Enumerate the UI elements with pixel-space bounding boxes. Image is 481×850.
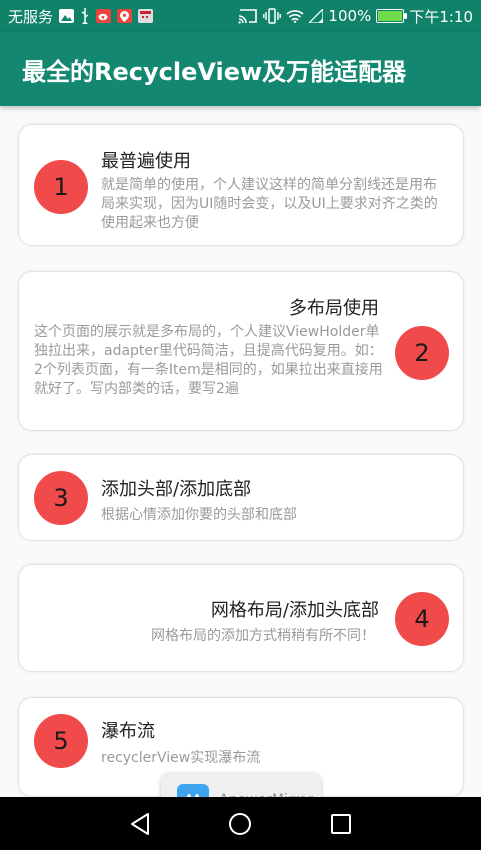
- list-item-1[interactable]: 1 最普遍使用 就是简单的使用，个人建议这样的简单分割线还是用布局来实现，因为U…: [18, 124, 464, 246]
- item-title: 最普遍使用: [101, 151, 191, 172]
- status-bar: 无服务 100% 下午1:10: [0, 0, 481, 32]
- battery-percent: 100%: [328, 7, 372, 25]
- navigation-bar: [0, 797, 481, 850]
- status-left: 无服务: [8, 6, 154, 27]
- calendar-icon: [138, 9, 154, 23]
- item-description: recyclerView实现瀑布流: [101, 750, 261, 766]
- item-title: 添加头部/添加底部: [101, 479, 252, 500]
- carrier-text: 无服务: [8, 7, 54, 26]
- item-description: 根据心情添加你要的头部和底部: [101, 507, 297, 523]
- battery-icon: [376, 9, 408, 23]
- number-badge: 3: [34, 471, 88, 525]
- number-badge: 4: [395, 592, 449, 646]
- number-badge: 5: [34, 714, 88, 768]
- usb-icon: [80, 8, 90, 24]
- weibo-icon: [96, 9, 112, 23]
- wifi-icon: [286, 9, 304, 23]
- status-right: 100% 下午1:10: [238, 6, 473, 27]
- item-description: 就是简单的使用，个人建议这样的简单分割线还是用布局来实现，因为UI随时会变，以及…: [101, 177, 438, 231]
- item-title: 瀑布流: [101, 721, 155, 742]
- item-description: 这个页面的展示就是多布局的，个人建议ViewHolder单独拉出来，adapte…: [34, 324, 383, 397]
- item-title: 多布局使用: [289, 298, 379, 319]
- recycler-list[interactable]: 1 最普遍使用 就是简单的使用，个人建议这样的简单分割线还是用布局来实现，因为U…: [0, 106, 481, 797]
- back-icon[interactable]: [125, 809, 155, 839]
- cast-icon: [238, 8, 258, 24]
- list-item-2[interactable]: 多布局使用 这个页面的展示就是多布局的，个人建议ViewHolder单独拉出来，…: [18, 271, 464, 431]
- recents-icon[interactable]: [326, 809, 356, 839]
- number-badge: 2: [395, 326, 449, 380]
- app-title: 最全的RecycleView及万能适配器: [22, 57, 407, 86]
- number-badge: 1: [34, 160, 88, 214]
- home-icon[interactable]: [225, 809, 255, 839]
- list-item-4[interactable]: 网格布局/添加头底部 网格布局的添加方式稍稍有所不同！ 4: [18, 564, 464, 672]
- clock: 下午1:10: [409, 7, 473, 26]
- app-bar: 最全的RecycleView及万能适配器: [0, 32, 481, 106]
- item-title: 网格布局/添加头底部: [210, 600, 379, 621]
- maps-icon: [117, 9, 133, 23]
- vibrate-icon: [263, 8, 282, 24]
- signal-icon: [309, 9, 324, 23]
- item-description: 网格布局的添加方式稍稍有所不同！: [151, 628, 375, 644]
- gallery-icon: [59, 9, 75, 23]
- list-item-3[interactable]: 3 添加头部/添加底部 根据心情添加你要的头部和底部: [18, 454, 464, 541]
